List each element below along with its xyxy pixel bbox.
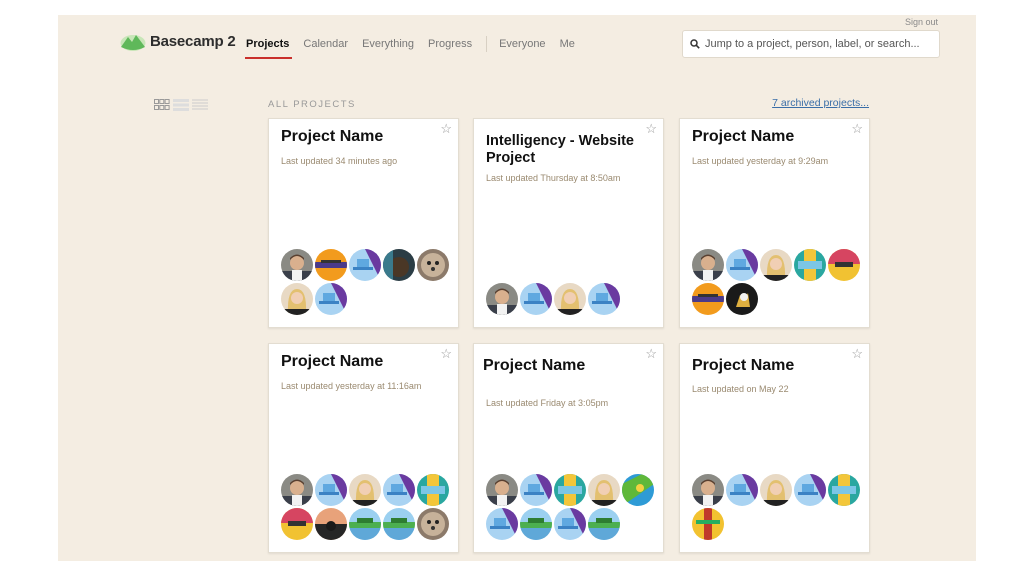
member-avatar[interactable] <box>828 249 860 281</box>
project-card[interactable]: ☆ Project Name Last updated 34 minutes a… <box>268 118 459 328</box>
project-members <box>486 474 656 540</box>
member-avatar[interactable] <box>520 474 552 506</box>
grid-view-icon[interactable] <box>154 98 170 110</box>
list-view-icon[interactable] <box>192 98 208 110</box>
member-avatar[interactable] <box>383 249 415 281</box>
member-avatar[interactable] <box>486 474 518 506</box>
star-icon[interactable]: ☆ <box>851 347 863 360</box>
member-avatar[interactable] <box>417 474 449 506</box>
member-avatar[interactable] <box>281 508 313 540</box>
star-icon[interactable]: ☆ <box>645 122 657 135</box>
project-members <box>692 249 862 315</box>
project-title[interactable]: Project Name <box>483 357 641 375</box>
project-members <box>281 249 451 315</box>
member-avatar[interactable] <box>349 474 381 506</box>
project-title[interactable]: Project Name <box>281 353 436 371</box>
nav-me[interactable]: Me <box>560 38 575 50</box>
member-avatar[interactable] <box>349 508 381 540</box>
last-updated: Last updated yesterday at 9:29am <box>692 156 829 166</box>
member-avatar[interactable] <box>794 249 826 281</box>
last-updated: Last updated Thursday at 8:50am <box>486 173 621 183</box>
project-card[interactable]: ☆ Intelligency - Website Project Last up… <box>473 118 664 328</box>
project-card[interactable]: ☆ Project Name Last updated yesterday at… <box>268 343 459 553</box>
project-card[interactable]: ☆ Project Name Last updated on May 22 <box>679 343 870 553</box>
nav-calendar[interactable]: Calendar <box>303 38 348 50</box>
member-avatar[interactable] <box>726 474 758 506</box>
member-avatar[interactable] <box>417 508 449 540</box>
member-avatar[interactable] <box>554 474 586 506</box>
project-card[interactable]: ☆ Project Name Last updated Friday at 3:… <box>473 343 664 553</box>
member-avatar[interactable] <box>588 474 620 506</box>
member-avatar[interactable] <box>794 474 826 506</box>
nav-projects[interactable]: Projects <box>244 38 293 59</box>
star-icon[interactable]: ☆ <box>851 122 863 135</box>
last-updated: Last updated 34 minutes ago <box>281 156 398 166</box>
search-box[interactable] <box>682 30 940 58</box>
sign-out-link[interactable]: Sign out <box>905 17 938 27</box>
member-avatar[interactable] <box>281 249 313 281</box>
member-avatar[interactable] <box>315 283 347 315</box>
member-avatar[interactable] <box>315 508 347 540</box>
member-avatar[interactable] <box>417 249 449 281</box>
project-members <box>281 474 451 540</box>
member-avatar[interactable] <box>486 508 518 540</box>
project-members <box>692 474 862 540</box>
member-avatar[interactable] <box>828 474 860 506</box>
member-avatar[interactable] <box>315 474 347 506</box>
archived-projects-link[interactable]: 7 archived projects... <box>772 97 869 109</box>
main-nav: Projects Calendar Everything Progress Ev… <box>244 36 589 59</box>
nav-everyone[interactable]: Everyone <box>499 38 545 50</box>
member-avatar[interactable] <box>281 474 313 506</box>
project-card[interactable]: ☆ Project Name Last updated yesterday at… <box>679 118 870 328</box>
app-logo[interactable]: Basecamp 2 <box>120 31 236 51</box>
app-name: Basecamp 2 <box>150 32 236 50</box>
member-avatar[interactable] <box>588 508 620 540</box>
view-toggle <box>154 98 208 111</box>
member-avatar[interactable] <box>692 474 724 506</box>
member-avatar[interactable] <box>281 283 313 315</box>
member-avatar[interactable] <box>692 508 724 540</box>
project-title[interactable]: Project Name <box>692 128 847 146</box>
member-avatar[interactable] <box>349 249 381 281</box>
member-avatar[interactable] <box>315 249 347 281</box>
section-heading: ALL PROJECTS <box>268 99 356 110</box>
star-icon[interactable]: ☆ <box>645 347 657 360</box>
nav-everything[interactable]: Everything <box>362 38 414 50</box>
member-avatar[interactable] <box>383 508 415 540</box>
member-avatar[interactable] <box>486 283 518 315</box>
member-avatar[interactable] <box>760 249 792 281</box>
card-list-view-icon[interactable] <box>173 98 189 111</box>
member-avatar[interactable] <box>692 283 724 315</box>
project-title[interactable]: Intelligency - Website Project <box>486 133 641 167</box>
last-updated: Last updated yesterday at 11:16am <box>281 381 422 391</box>
member-avatar[interactable] <box>760 474 792 506</box>
last-updated: Last updated on May 22 <box>692 384 789 394</box>
member-avatar[interactable] <box>554 508 586 540</box>
member-avatar[interactable] <box>726 283 758 315</box>
nav-progress[interactable]: Progress <box>428 38 472 50</box>
member-avatar[interactable] <box>622 474 654 506</box>
member-avatar[interactable] <box>554 283 586 315</box>
project-title[interactable]: Project Name <box>281 128 436 146</box>
member-avatar[interactable] <box>520 508 552 540</box>
project-members <box>486 283 656 315</box>
search-input[interactable] <box>705 38 925 50</box>
last-updated: Last updated Friday at 3:05pm <box>486 398 609 408</box>
member-avatar[interactable] <box>588 283 620 315</box>
project-title[interactable]: Project Name <box>692 357 847 375</box>
nav-divider <box>486 36 488 52</box>
star-icon[interactable]: ☆ <box>440 347 452 360</box>
member-avatar[interactable] <box>692 249 724 281</box>
mountain-logo-icon <box>120 35 146 51</box>
search-icon <box>690 39 700 49</box>
member-avatar[interactable] <box>520 283 552 315</box>
member-avatar[interactable] <box>383 474 415 506</box>
app-frame: Sign out Basecamp 2 Projects Calendar Ev… <box>58 15 976 561</box>
star-icon[interactable]: ☆ <box>440 122 452 135</box>
member-avatar[interactable] <box>726 249 758 281</box>
